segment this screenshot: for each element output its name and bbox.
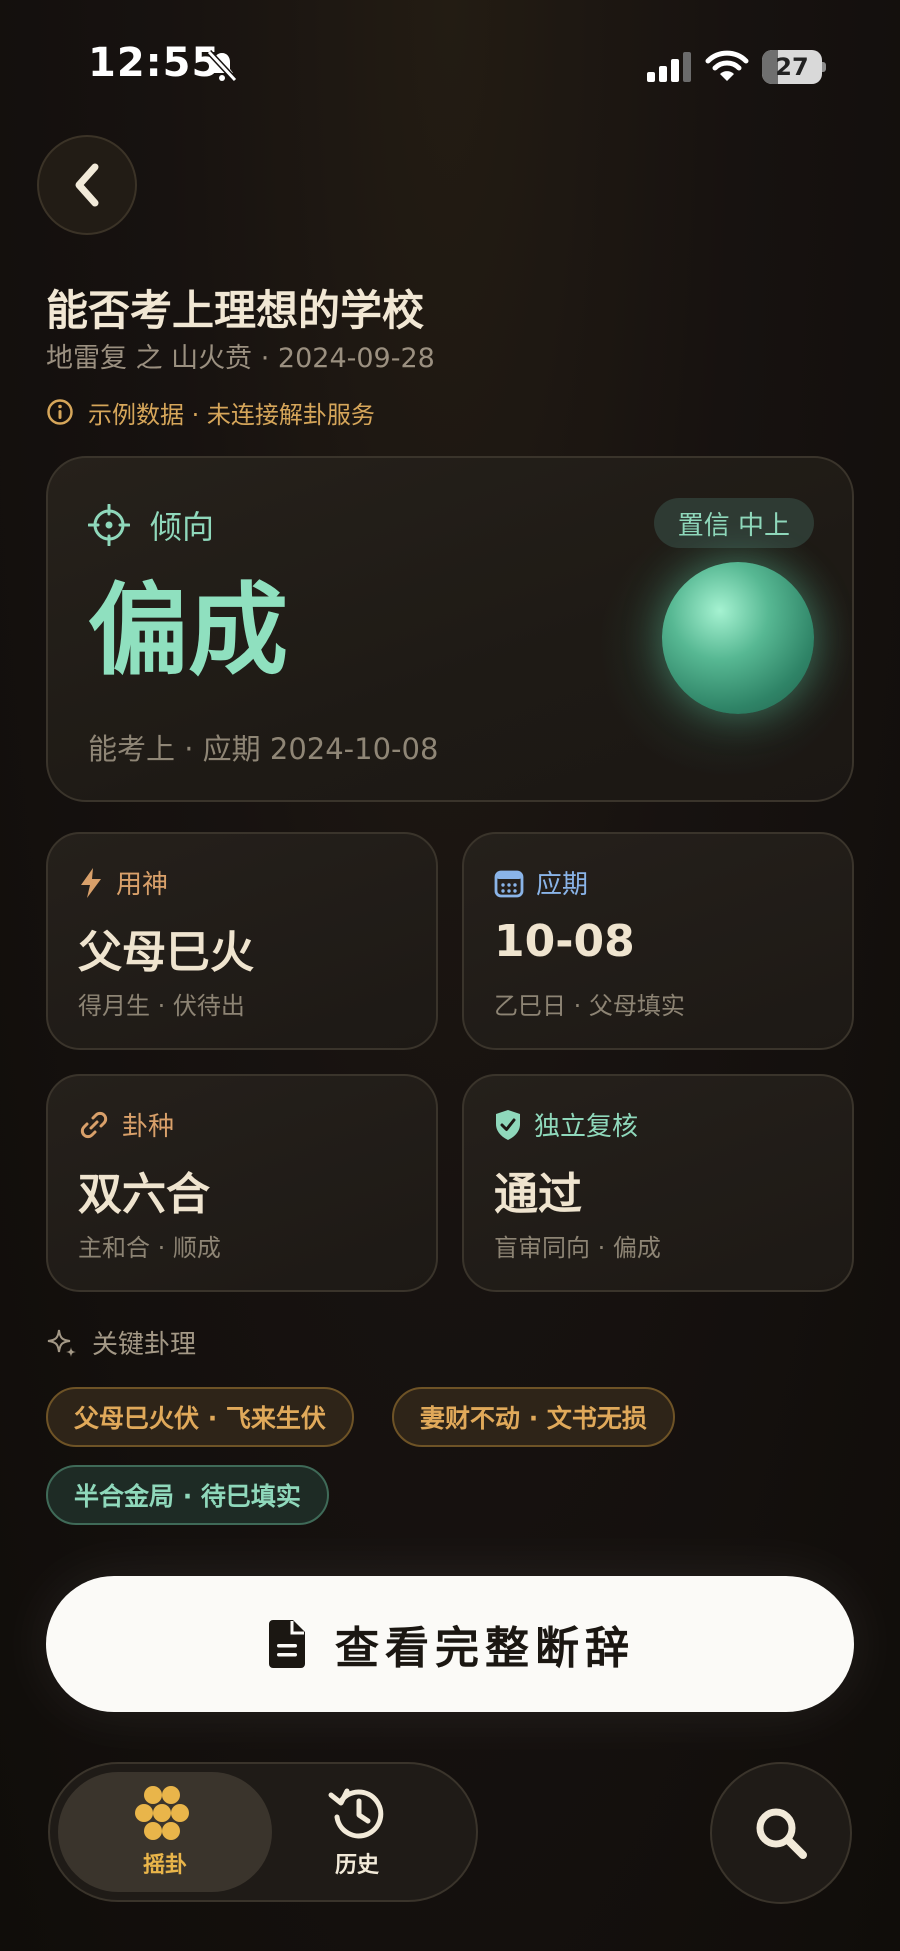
tab-label: 历史 xyxy=(334,1853,379,1878)
chevron-left-icon xyxy=(75,163,99,207)
sparkles-icon xyxy=(47,1329,76,1357)
info-card-review: 独立复核 通过 盲审同向 · 偏成 xyxy=(462,1074,854,1292)
search-icon xyxy=(756,1808,807,1859)
coins-icon xyxy=(135,1786,189,1840)
jade-orb-graphic xyxy=(662,562,814,714)
sample-data-notice: 示例数据 · 未连接解卦服务 xyxy=(46,396,375,429)
crosshair-icon xyxy=(88,504,130,546)
card-note: 主和合 · 顺成 xyxy=(78,1234,221,1262)
key-points-header: 关键卦理 xyxy=(46,1324,196,1361)
tab-label: 摇卦 xyxy=(142,1853,187,1878)
verdict-value: 偏成 xyxy=(88,572,288,689)
card-value: 通过 xyxy=(494,1169,582,1220)
document-icon xyxy=(269,1620,305,1668)
card-value: 双六合 xyxy=(78,1169,210,1220)
info-icon xyxy=(47,399,73,425)
card-label: 独立复核 xyxy=(534,1112,639,1142)
card-note: 盲审同向 · 偏成 xyxy=(494,1234,661,1262)
card-note: 得月生 · 伏待出 xyxy=(78,992,245,1020)
view-full-reading-label: 查看完整断辞 xyxy=(335,1623,635,1674)
wifi-icon xyxy=(705,50,749,81)
confidence-text: 置信 中上 xyxy=(677,510,790,541)
tab-bar: 摇卦 历史 xyxy=(48,1762,478,1902)
key-points-label: 关键卦理 xyxy=(92,1330,197,1360)
lightning-icon xyxy=(81,867,101,898)
battery-percentage: 27 xyxy=(775,53,809,81)
shield-check-icon xyxy=(496,1109,520,1140)
info-card-guazhong: 卦种 双六合 主和合 · 顺成 xyxy=(46,1074,438,1292)
card-note: 乙巳日 · 父母填实 xyxy=(494,992,685,1020)
back-button[interactable] xyxy=(37,135,137,235)
card-value: 10-08 xyxy=(494,916,635,967)
card-label: 应期 xyxy=(536,870,589,900)
view-full-reading-button[interactable]: 查看完整断辞 xyxy=(46,1576,854,1712)
verdict-note: 能考上 · 应期 2024-10-08 xyxy=(88,732,439,766)
card-value: 父母巳火 xyxy=(78,927,254,978)
key-point-chip: 半合金局 · 待巳填实 xyxy=(46,1465,329,1525)
tab-yaogua[interactable]: 摇卦 xyxy=(58,1772,272,1892)
status-time: 12:55 xyxy=(88,40,221,86)
cellular-signal-icon xyxy=(647,52,691,82)
tab-history[interactable]: 历史 xyxy=(250,1772,464,1892)
status-bar: 12:55 27 xyxy=(0,0,900,130)
key-point-chip: 妻财不动 · 文书无损 xyxy=(392,1387,675,1447)
page-title: 能否考上理想的学校 xyxy=(46,286,425,335)
battery-indicator: 27 xyxy=(762,50,824,84)
history-icon xyxy=(328,1788,384,1839)
bell-slash-icon xyxy=(206,49,238,83)
hexagram-subtitle: 地雷复 之 山火贲 · 2024-09-28 xyxy=(46,343,435,374)
info-card-yingqi: 应期 10-08 乙巳日 · 父母填实 xyxy=(462,832,854,1050)
search-button[interactable] xyxy=(710,1762,852,1904)
confidence-badge: 置信 中上 xyxy=(653,498,814,548)
info-card-yongshen: 用神 父母巳火 得月生 · 伏待出 xyxy=(46,832,438,1050)
card-label: 卦种 xyxy=(122,1112,175,1142)
link-icon xyxy=(80,1111,108,1138)
verdict-label: 倾向 xyxy=(150,508,215,546)
calendar-icon xyxy=(494,870,524,897)
verdict-label-row: 倾向 xyxy=(88,502,214,548)
verdict-card: 倾向 置信 中上 偏成 能考上 · 应期 2024-10-08 xyxy=(46,456,854,802)
key-point-chip: 父母巳火伏 · 飞来生伏 xyxy=(46,1387,354,1447)
notice-text: 示例数据 · 未连接解卦服务 xyxy=(88,400,375,429)
card-label: 用神 xyxy=(116,870,169,900)
